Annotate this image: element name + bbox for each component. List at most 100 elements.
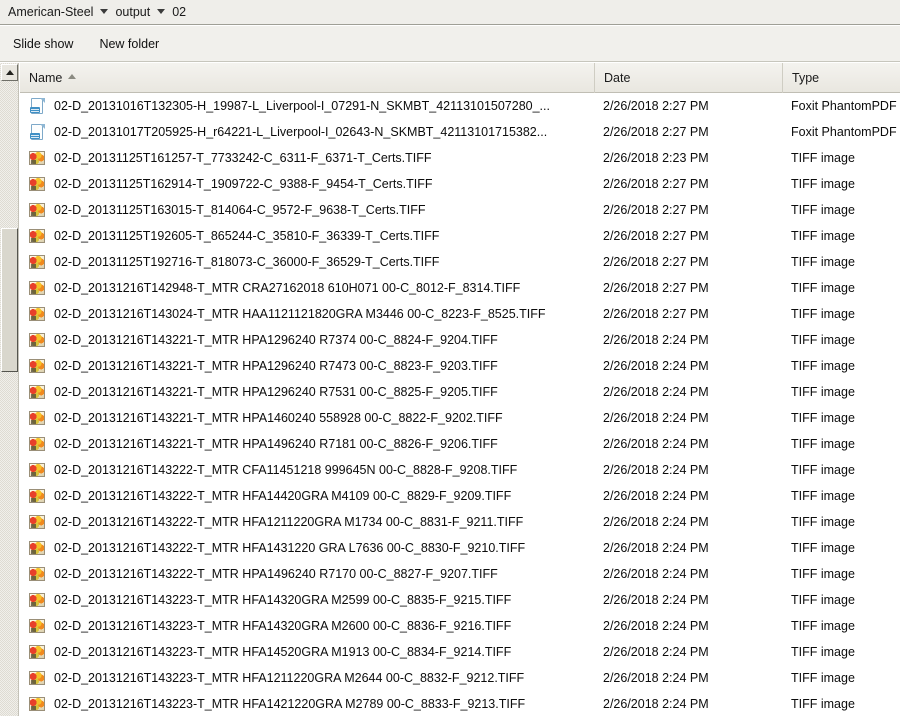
table-row[interactable]: 02-D_20131125T192605-T_865244-C_35810-F_… <box>20 223 900 249</box>
scrollbar-thumb[interactable] <box>1 228 18 372</box>
table-row[interactable]: 02-D_20131125T192716-T_818073-C_36000-F_… <box>20 249 900 275</box>
table-row[interactable]: 02-D_20131125T162914-T_1909722-C_9388-F_… <box>20 171 900 197</box>
table-row[interactable]: 02-D_20131017T205925-H_r64221-L_Liverpoo… <box>20 119 900 145</box>
table-row[interactable]: 02-D_20131125T163015-T_814064-C_9572-F_9… <box>20 197 900 223</box>
file-type-cell: TIFF image <box>783 255 900 269</box>
tiff-image-icon <box>29 696 45 712</box>
file-name-label: 02-D_20131216T142948-T_MTR CRA27162018 6… <box>54 281 520 295</box>
table-row[interactable]: 02-D_20131216T143221-T_MTR HPA1296240 R7… <box>20 353 900 379</box>
file-name-cell[interactable]: 02-D_20131125T192605-T_865244-C_35810-F_… <box>20 228 595 244</box>
file-date-cell: 2/26/2018 2:27 PM <box>595 203 783 217</box>
file-date-cell: 2/26/2018 2:27 PM <box>595 99 783 113</box>
file-name-cell[interactable]: 02-D_20131216T143223-T_MTR HFA14320GRA M… <box>20 618 595 634</box>
file-type-cell: TIFF image <box>783 541 900 555</box>
file-name-cell[interactable]: 02-D_20131216T143222-T_MTR HFA1431220 GR… <box>20 540 595 556</box>
file-date-cell: 2/26/2018 2:27 PM <box>595 229 783 243</box>
table-row[interactable]: 02-D_20131216T143222-T_MTR CFA11451218 9… <box>20 457 900 483</box>
file-date-cell: 2/26/2018 2:24 PM <box>595 333 783 347</box>
file-type-cell: TIFF image <box>783 593 900 607</box>
slide-show-button[interactable]: Slide show <box>2 32 84 56</box>
table-row[interactable]: 02-D_20131216T143223-T_MTR HFA14520GRA M… <box>20 639 900 665</box>
column-header-date[interactable]: Date <box>595 63 783 93</box>
file-name-cell[interactable]: 02-D_20131125T163015-T_814064-C_9572-F_9… <box>20 202 595 218</box>
tiff-image-icon <box>29 228 45 244</box>
tiff-image-icon <box>29 306 45 322</box>
file-date-cell: 2/26/2018 2:24 PM <box>595 541 783 555</box>
file-name-cell[interactable]: 02-D_20131216T143221-T_MTR HPA1296240 R7… <box>20 384 595 400</box>
file-date-cell: 2/26/2018 2:24 PM <box>595 489 783 503</box>
file-date-cell: 2/26/2018 2:24 PM <box>595 359 783 373</box>
table-row[interactable]: 02-D_20131216T143221-T_MTR HPA1296240 R7… <box>20 379 900 405</box>
file-name-cell[interactable]: 02-D_20131125T161257-T_7733242-C_6311-F_… <box>20 150 595 166</box>
column-header-type-label: Type <box>792 71 819 85</box>
file-type-cell: TIFF image <box>783 463 900 477</box>
chevron-down-icon[interactable] <box>157 9 165 14</box>
file-type-cell: TIFF image <box>783 567 900 581</box>
file-rows: 02-D_20131016T132305-H_19987-L_Liverpool… <box>20 93 900 716</box>
tiff-image-icon <box>29 566 45 582</box>
table-row[interactable]: 02-D_20131016T132305-H_19987-L_Liverpool… <box>20 93 900 119</box>
file-name-cell[interactable]: 02-D_20131216T143221-T_MTR HPA1296240 R7… <box>20 358 595 374</box>
file-name-cell[interactable]: 02-D_20131216T143223-T_MTR HFA14520GRA M… <box>20 644 595 660</box>
file-name-cell[interactable]: 02-D_20131216T143222-T_MTR CFA11451218 9… <box>20 462 595 478</box>
file-name-cell[interactable]: 02-D_20131216T143024-T_MTR HAA1121121820… <box>20 306 595 322</box>
file-date-cell: 2/26/2018 2:24 PM <box>595 437 783 451</box>
table-row[interactable]: 02-D_20131216T143221-T_MTR HPA1496240 R7… <box>20 431 900 457</box>
file-name-label: 02-D_20131216T143223-T_MTR HFA1421220GRA… <box>54 697 525 711</box>
table-row[interactable]: 02-D_20131216T143222-T_MTR HFA1431220 GR… <box>20 535 900 561</box>
file-name-cell[interactable]: 02-D_20131017T205925-H_r64221-L_Liverpoo… <box>20 124 595 140</box>
file-name-cell[interactable]: 02-D_20131216T143223-T_MTR HFA1211220GRA… <box>20 670 595 686</box>
file-name-label: 02-D_20131125T163015-T_814064-C_9572-F_9… <box>54 203 426 217</box>
column-header-name[interactable]: Name <box>20 63 595 93</box>
file-date-cell: 2/26/2018 2:27 PM <box>595 177 783 191</box>
breadcrumb-item-3[interactable]: 02 <box>170 4 188 20</box>
breadcrumb-item-1[interactable]: American-Steel <box>6 4 95 20</box>
chevron-down-icon[interactable] <box>100 9 108 14</box>
tiff-image-icon <box>29 176 45 192</box>
table-row[interactable]: 02-D_20131216T143222-T_MTR HPA1496240 R7… <box>20 561 900 587</box>
tiff-image-icon <box>29 540 45 556</box>
file-name-cell[interactable]: 02-D_20131216T142948-T_MTR CRA27162018 6… <box>20 280 595 296</box>
breadcrumb-item-2[interactable]: output <box>113 4 152 20</box>
table-row[interactable]: 02-D_20131216T143221-T_MTR HPA1296240 R7… <box>20 327 900 353</box>
file-date-cell: 2/26/2018 2:24 PM <box>595 619 783 633</box>
file-type-cell: TIFF image <box>783 359 900 373</box>
file-name-cell[interactable]: 02-D_20131216T143221-T_MTR HPA1496240 R7… <box>20 436 595 452</box>
tiff-image-icon <box>29 462 45 478</box>
scroll-up-button[interactable] <box>1 64 18 81</box>
file-type-cell: TIFF image <box>783 619 900 633</box>
pdf-file-icon <box>29 98 45 114</box>
table-row[interactable]: 02-D_20131216T143221-T_MTR HPA1460240 55… <box>20 405 900 431</box>
table-row[interactable]: 02-D_20131216T143223-T_MTR HFA14320GRA M… <box>20 587 900 613</box>
tiff-image-icon <box>29 670 45 686</box>
file-type-cell: TIFF image <box>783 177 900 191</box>
file-name-label: 02-D_20131216T143222-T_MTR HFA1431220 GR… <box>54 541 525 555</box>
tiff-image-icon <box>29 150 45 166</box>
file-date-cell: 2/26/2018 2:24 PM <box>595 515 783 529</box>
table-row[interactable]: 02-D_20131216T142948-T_MTR CRA27162018 6… <box>20 275 900 301</box>
vertical-scrollbar[interactable] <box>0 63 19 716</box>
file-date-cell: 2/26/2018 2:24 PM <box>595 645 783 659</box>
file-date-cell: 2/26/2018 2:27 PM <box>595 307 783 321</box>
file-name-cell[interactable]: 02-D_20131216T143221-T_MTR HPA1460240 55… <box>20 410 595 426</box>
file-name-cell[interactable]: 02-D_20131216T143223-T_MTR HFA1421220GRA… <box>20 696 595 712</box>
file-name-cell[interactable]: 02-D_20131216T143222-T_MTR HFA1211220GRA… <box>20 514 595 530</box>
file-name-cell[interactable]: 02-D_20131216T143222-T_MTR HFA14420GRA M… <box>20 488 595 504</box>
table-row[interactable]: 02-D_20131125T161257-T_7733242-C_6311-F_… <box>20 145 900 171</box>
file-name-cell[interactable]: 02-D_20131216T143221-T_MTR HPA1296240 R7… <box>20 332 595 348</box>
new-folder-button[interactable]: New folder <box>88 32 170 56</box>
table-row[interactable]: 02-D_20131216T143024-T_MTR HAA1121121820… <box>20 301 900 327</box>
file-name-label: 02-D_20131216T143223-T_MTR HFA14320GRA M… <box>54 593 511 607</box>
tiff-image-icon <box>29 410 45 426</box>
table-row[interactable]: 02-D_20131216T143223-T_MTR HFA14320GRA M… <box>20 613 900 639</box>
file-name-cell[interactable]: 02-D_20131016T132305-H_19987-L_Liverpool… <box>20 98 595 114</box>
table-row[interactable]: 02-D_20131216T143222-T_MTR HFA14420GRA M… <box>20 483 900 509</box>
column-header-type[interactable]: Type <box>783 63 900 93</box>
file-name-cell[interactable]: 02-D_20131216T143222-T_MTR HPA1496240 R7… <box>20 566 595 582</box>
table-row[interactable]: 02-D_20131216T143223-T_MTR HFA1421220GRA… <box>20 691 900 716</box>
file-name-cell[interactable]: 02-D_20131216T143223-T_MTR HFA14320GRA M… <box>20 592 595 608</box>
file-name-cell[interactable]: 02-D_20131125T162914-T_1909722-C_9388-F_… <box>20 176 595 192</box>
table-row[interactable]: 02-D_20131216T143222-T_MTR HFA1211220GRA… <box>20 509 900 535</box>
file-name-cell[interactable]: 02-D_20131125T192716-T_818073-C_36000-F_… <box>20 254 595 270</box>
table-row[interactable]: 02-D_20131216T143223-T_MTR HFA1211220GRA… <box>20 665 900 691</box>
